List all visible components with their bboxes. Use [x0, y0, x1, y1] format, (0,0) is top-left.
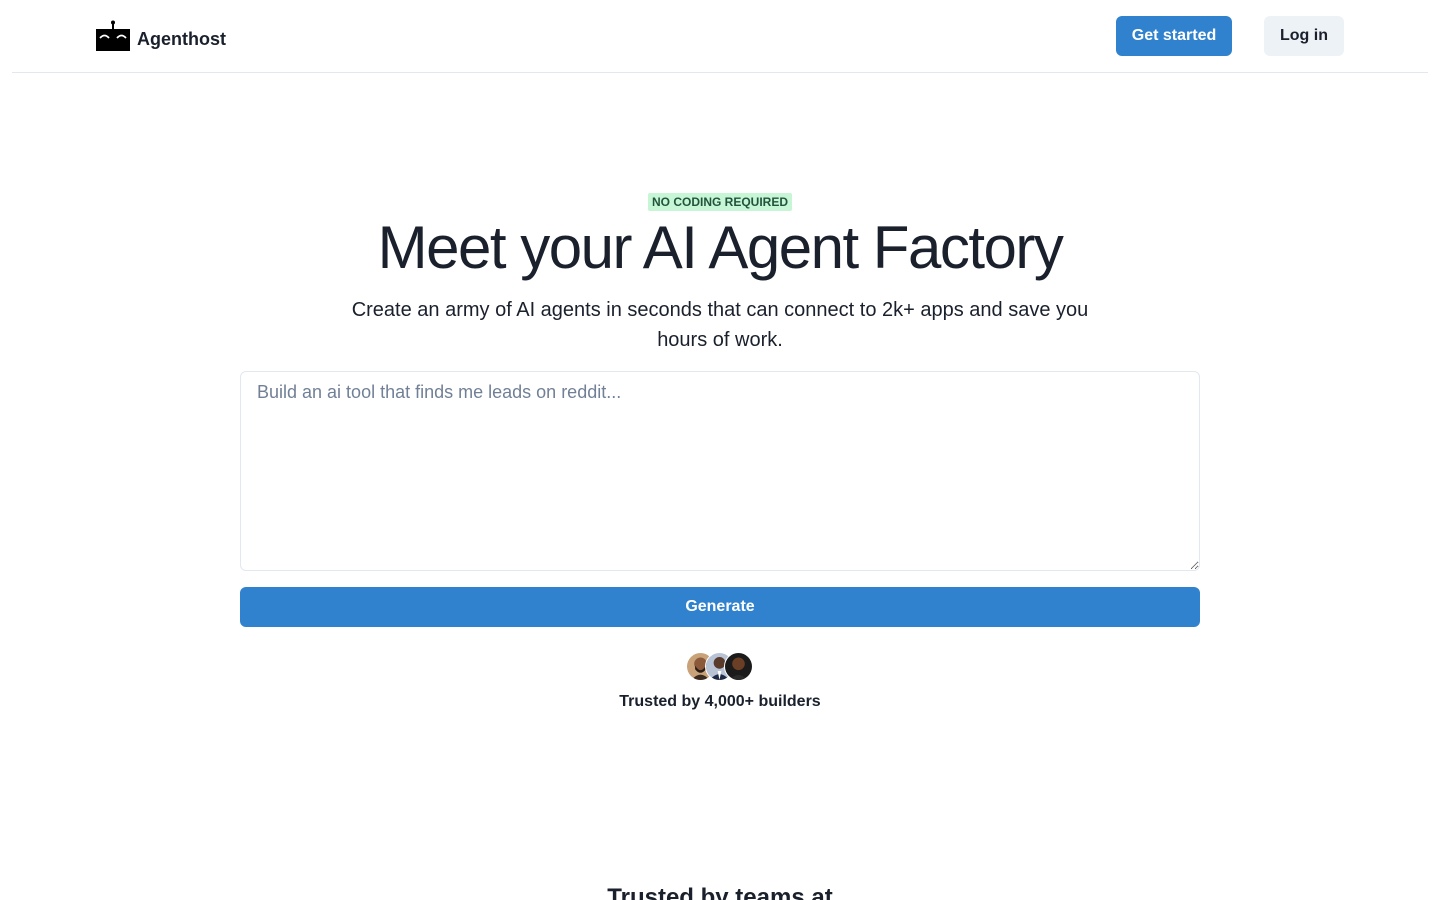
hero-title: Meet your AI Agent Factory	[377, 214, 1064, 281]
trusted-teams-heading: Trusted by teams at	[607, 884, 833, 900]
brand-link[interactable]: Agenthost	[96, 20, 226, 52]
top-navbar: Agenthost Get started Log in	[12, 0, 1428, 73]
brand-name: Agenthost	[137, 29, 226, 49]
robot-face-icon	[96, 20, 130, 51]
agent-prompt-input[interactable]	[240, 371, 1200, 571]
builder-avatars	[686, 652, 756, 682]
no-coding-badge: NO CODING REQUIRED	[648, 193, 793, 211]
hero-subtitle: Create an army of AI agents in seconds t…	[351, 299, 1089, 351]
get-started-button[interactable]: Get started	[1116, 16, 1232, 56]
trusted-builders-text: Trusted by 4,000+ builders	[619, 693, 821, 710]
login-button[interactable]: Log in	[1264, 16, 1344, 56]
avatar	[724, 652, 753, 681]
generate-button[interactable]: Generate	[240, 587, 1200, 627]
